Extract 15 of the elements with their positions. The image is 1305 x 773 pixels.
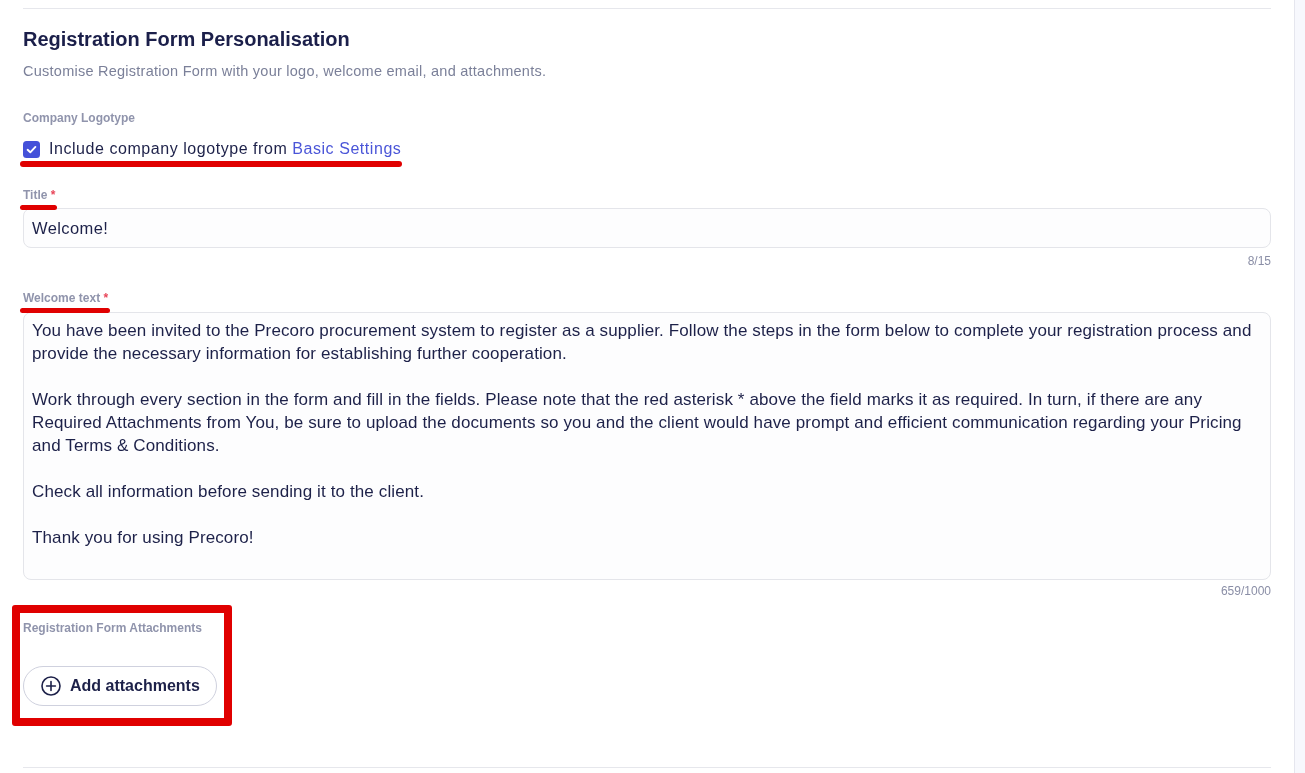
text-input[interactable]: Welcome! [23,208,1271,248]
character-counter: 659/1000 [1220,584,1271,599]
settings-link[interactable]: Basic Settings [292,140,402,157]
field-label: Welcome text * [23,291,109,306]
plus-circle-icon [41,676,61,696]
field-label: Title * [23,188,56,203]
section-title: Registration Form Personalisation [23,27,351,51]
checkbox-label: Include company logotype from Basic Settings [49,139,402,159]
group-label: Registration Form Attachments [23,621,202,636]
add-attachments-button[interactable]: Add attachments [23,666,217,706]
section-description: Customise Registration Form with your logo, welcome email, and attachments. [23,63,547,80]
group-label: Company Logotype [23,111,135,126]
checkbox[interactable] [23,140,40,158]
text-area[interactable]: You have been invited to the Precoro procurement system to register as a supplier. Follow the steps in the form below to complete your registration process and provide the necessary information for establishing further cooperation. Work through every section in the form and fill in the fields. Please note that the red asterisk * above the field marks it as required. In turn, if there are any Required Attachments from You, be sure to upload the documents so you and the client would have prompt and efficient communication regarding your Pricing and Terms & Conditions. Check all information before sending it to the client. Thank you for using Precoro! [23,312,1271,580]
character-counter: 8/15 [1247,254,1271,269]
